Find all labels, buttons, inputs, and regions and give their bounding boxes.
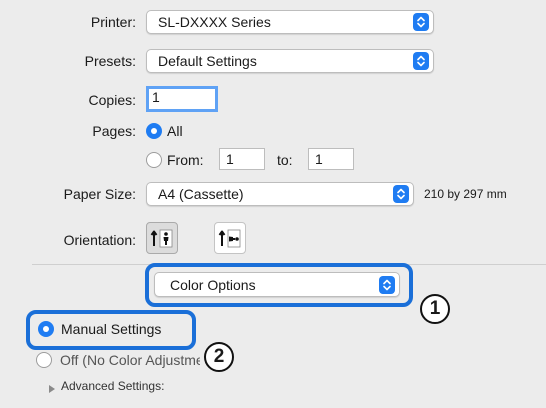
chevron-updown-icon (393, 185, 409, 203)
presets-label: Presets: (84, 53, 136, 69)
callout-highlight-1 (145, 263, 413, 307)
pages-to-label: to: (277, 152, 293, 168)
color-off-label: Off (No Color Adjustment) (60, 352, 221, 368)
pages-from-field[interactable]: 1 (219, 148, 265, 170)
pages-from-radio[interactable] (146, 152, 162, 168)
pages-label: Pages: (92, 123, 136, 139)
disclosure-triangle-icon[interactable] (48, 381, 56, 397)
printer-label: Printer: (90, 14, 136, 30)
callout-badge-2: 2 (204, 342, 234, 372)
paper-size-label: Paper Size: (63, 186, 136, 202)
callout-badge-1: 1 (420, 294, 450, 324)
copies-field[interactable]: 1 (146, 86, 218, 112)
printer-select-value: SL-DXXXX Series (158, 14, 271, 30)
color-off-radio[interactable] (36, 352, 52, 368)
advanced-settings-label[interactable]: Advanced Settings: (61, 378, 164, 394)
presets-select[interactable]: Default Settings (146, 49, 434, 73)
callout-highlight-2 (26, 310, 196, 350)
copies-label: Copies: (88, 92, 136, 108)
landscape-button[interactable] (214, 222, 246, 254)
pages-all-radio[interactable] (146, 123, 162, 139)
presets-select-value: Default Settings (158, 53, 257, 69)
landscape-icon (218, 229, 241, 248)
pages-to-field[interactable]: 1 (308, 148, 354, 170)
chevron-updown-icon (413, 13, 429, 31)
orientation-label: Orientation: (63, 232, 136, 248)
paper-size-dimensions: 210 by 297 mm (424, 187, 507, 201)
chevron-updown-icon (413, 52, 429, 70)
portrait-button[interactable] (146, 222, 178, 254)
portrait-icon (150, 229, 173, 248)
printer-select[interactable]: SL-DXXXX Series (146, 10, 434, 34)
pages-all-label: All (167, 123, 183, 139)
paper-size-select[interactable]: A4 (Cassette) (146, 182, 414, 206)
pages-from-label: From: (167, 152, 204, 168)
paper-size-select-value: A4 (Cassette) (158, 186, 244, 202)
